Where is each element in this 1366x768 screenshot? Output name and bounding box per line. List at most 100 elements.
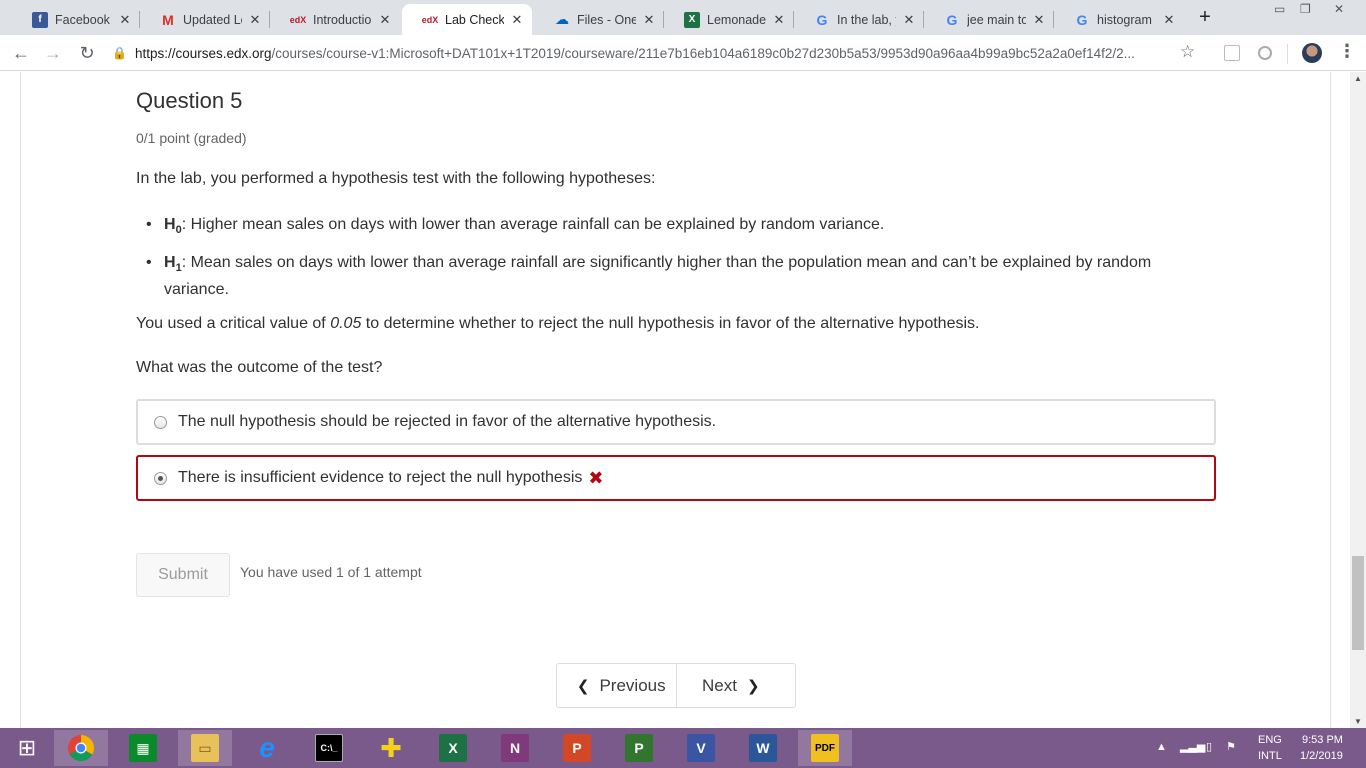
- taskbar-word[interactable]: W: [736, 730, 790, 766]
- address-bar[interactable]: 🔒 https://courses.edx.org/courses/course…: [112, 40, 1212, 66]
- unit-pager: ❮ Previous Next ❯: [556, 663, 796, 708]
- browser-menu-icon[interactable]: ⋮: [1338, 41, 1356, 62]
- tab-title: Lemonade.x: [707, 12, 766, 27]
- taskbar-chrome[interactable]: [54, 730, 108, 766]
- tab-title: jee main tot: [967, 12, 1026, 27]
- edge-icon: e: [259, 732, 275, 763]
- answer-option-reject-null[interactable]: The null hypothesis should be rejected i…: [136, 399, 1216, 445]
- chrome-icon: [68, 734, 95, 762]
- radio-button[interactable]: [154, 415, 167, 429]
- previous-button[interactable]: ❮ Previous: [557, 664, 676, 707]
- tab-introduction[interactable]: edX Introduction ✕: [270, 4, 400, 35]
- tab-facebook[interactable]: f Facebook ✕: [12, 4, 140, 35]
- battery-icon[interactable]: ▯: [1206, 740, 1212, 753]
- tab-gmail[interactable]: M Updated Lea ✕: [140, 4, 270, 35]
- submit-button[interactable]: Submit: [136, 553, 230, 597]
- taskbar-edge[interactable]: e: [240, 730, 294, 766]
- attempts-text: You have used 1 of 1 attempt: [240, 564, 422, 580]
- close-icon[interactable]: ✕: [510, 12, 524, 28]
- close-icon[interactable]: ✕: [378, 12, 392, 28]
- tab-title: Facebook: [55, 12, 110, 27]
- onedrive-icon: ☁: [555, 11, 569, 27]
- clock-time[interactable]: 9:53 PM: [1302, 734, 1343, 746]
- taskbar-visio[interactable]: V: [674, 730, 728, 766]
- google-icon: G: [1076, 11, 1088, 28]
- scroll-up-icon[interactable]: ▲: [1354, 74, 1362, 83]
- taskbar-store[interactable]: ▦: [116, 730, 170, 766]
- profile-avatar[interactable]: [1302, 43, 1322, 63]
- answer-option-insufficient-evidence[interactable]: There is insufficient evidence to reject…: [136, 455, 1216, 501]
- show-hidden-icons-icon[interactable]: ▲: [1156, 741, 1167, 753]
- restore-icon[interactable]: ❐: [1300, 2, 1311, 16]
- bookmark-star-icon[interactable]: ☆: [1180, 42, 1195, 62]
- word-icon: W: [749, 734, 777, 762]
- taskbar-onenote[interactable]: N: [488, 730, 542, 766]
- tab-google-in-the-lab[interactable]: G In the lab, yo ✕: [794, 4, 924, 35]
- incorrect-icon: ✖: [588, 467, 604, 488]
- chevron-left-icon: ❮: [576, 677, 590, 695]
- clock-date[interactable]: 1/2/2019: [1300, 750, 1343, 762]
- language-code[interactable]: ENG: [1258, 734, 1282, 746]
- option-label: The null hypothesis should be rejected i…: [178, 413, 717, 430]
- tab-onedrive[interactable]: ☁ Files - OneD ✕: [534, 4, 664, 35]
- google-icon: G: [946, 11, 958, 28]
- tab-title: histogram in: [1097, 12, 1156, 27]
- minimize-icon[interactable]: ▭: [1274, 2, 1285, 16]
- taskbar-excel[interactable]: X: [426, 730, 480, 766]
- forward-arrow-icon[interactable]: →: [40, 40, 66, 66]
- taskbar-project[interactable]: P: [612, 730, 666, 766]
- gmail-icon: M: [162, 11, 174, 28]
- taskbar-powerpoint[interactable]: P: [550, 730, 604, 766]
- excel-icon: X: [439, 734, 467, 762]
- windows-taskbar: ⊞ ▦ ▭ e C:\_ ✚ X N P P V W PDF ▲ ▂▃▅ ▯ ⚑…: [0, 728, 1366, 768]
- visio-icon: V: [687, 734, 715, 762]
- network-signal-icon[interactable]: ▂▃▅: [1180, 740, 1205, 753]
- chevron-right-icon: ❯: [746, 677, 760, 695]
- lock-icon: 🔒: [112, 46, 127, 60]
- taskbar-paint[interactable]: ✚: [364, 730, 418, 766]
- question-points: 0/1 point (graded): [136, 130, 247, 146]
- new-tab-button[interactable]: +: [1192, 6, 1218, 30]
- google-icon: G: [816, 11, 828, 28]
- close-icon[interactable]: ✕: [1162, 12, 1176, 28]
- tab-google-jee-main[interactable]: G jee main tot ✕: [924, 4, 1054, 35]
- extension-icon[interactable]: [1224, 45, 1240, 61]
- start-button[interactable]: ⊞: [0, 730, 54, 766]
- close-icon[interactable]: ✕: [118, 12, 132, 28]
- reload-icon[interactable]: ↻: [74, 40, 100, 66]
- option-label: There is insufficient evidence to reject…: [178, 469, 583, 486]
- radio-button-selected[interactable]: [154, 471, 167, 485]
- close-icon[interactable]: ✕: [772, 12, 786, 28]
- cmd-icon: C:\_: [315, 734, 343, 762]
- taskbar-cmd[interactable]: C:\_: [302, 730, 356, 766]
- tab-lab-check[interactable]: edX Lab Check | I ✕: [402, 4, 532, 35]
- next-button[interactable]: Next ❯: [675, 664, 796, 707]
- close-window-icon[interactable]: ✕: [1334, 2, 1344, 16]
- tab-lemonade[interactable]: X Lemonade.x ✕: [664, 4, 794, 35]
- language-layout[interactable]: INTL: [1258, 750, 1282, 762]
- pdf-icon: PDF: [811, 734, 839, 762]
- extension-circle-icon[interactable]: [1258, 46, 1272, 60]
- tab-title: Lab Check | I: [445, 12, 504, 27]
- hypotheses-list: • H0: Higher mean sales on days with lowe…: [136, 214, 1216, 312]
- page-scrollbar[interactable]: ▲ ▼: [1350, 72, 1366, 728]
- question-intro: In the lab, you performed a hypothesis t…: [136, 170, 656, 187]
- url-path: /courses/course-v1:Microsoft+DAT101x+1T2…: [271, 45, 1135, 61]
- scroll-down-icon[interactable]: ▼: [1354, 717, 1362, 726]
- flag-icon[interactable]: ⚑: [1226, 740, 1236, 753]
- taskbar-file-explorer[interactable]: ▭: [178, 730, 232, 766]
- tab-title: In the lab, yo: [837, 12, 896, 27]
- close-icon[interactable]: ✕: [642, 12, 656, 28]
- close-icon[interactable]: ✕: [902, 12, 916, 28]
- edx-icon: edX: [421, 14, 439, 25]
- store-icon: ▦: [129, 734, 157, 762]
- back-arrow-icon[interactable]: ←: [8, 40, 34, 66]
- paint-icon: ✚: [380, 732, 402, 763]
- question-prompt: What was the outcome of the test?: [136, 359, 383, 376]
- scrollbar-thumb[interactable]: [1352, 556, 1364, 650]
- close-icon[interactable]: ✕: [1032, 12, 1046, 28]
- close-icon[interactable]: ✕: [248, 12, 262, 28]
- url-host: https://courses.edx.org: [134, 45, 272, 61]
- taskbar-pdf[interactable]: PDF: [798, 730, 852, 766]
- tab-google-histogram[interactable]: G histogram in ✕: [1054, 4, 1184, 35]
